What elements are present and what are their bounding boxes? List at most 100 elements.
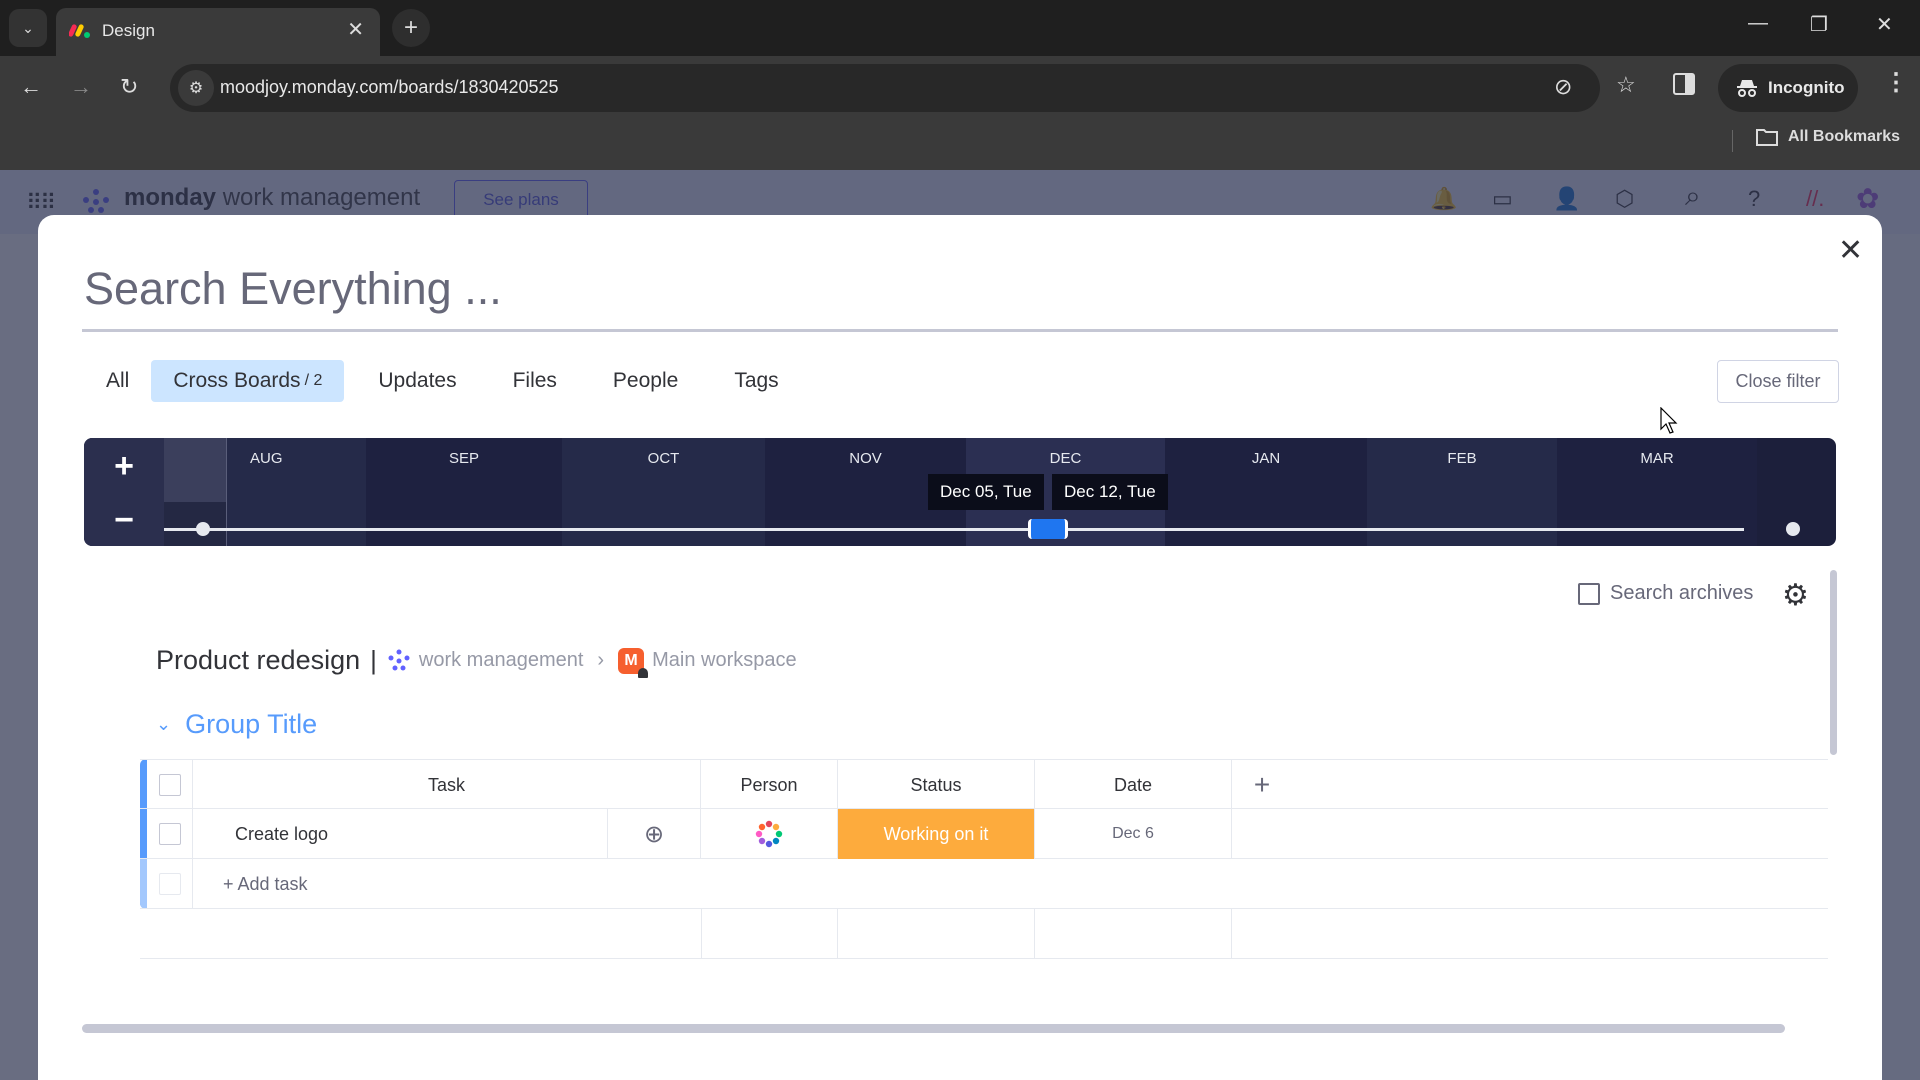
person-cell[interactable] — [701, 809, 838, 859]
timeline-zoom-out-button[interactable]: − — [84, 494, 164, 546]
table-header-row: Task Person Status Date + — [140, 759, 1828, 810]
column-label: Task — [427, 774, 465, 795]
eye-off-icon[interactable]: ⊘ — [1554, 74, 1572, 100]
modal-close-icon[interactable]: ✕ — [1838, 233, 1863, 268]
browser-menu-icon[interactable]: ⋮ — [1884, 68, 1908, 97]
add-column-icon: + — [1253, 769, 1271, 800]
bookmarks-bar: All Bookmarks — [0, 120, 1920, 170]
add-task-input[interactable]: + Add task — [193, 859, 1293, 909]
summary-row — [140, 909, 1828, 959]
reload-icon[interactable]: ↻ — [120, 74, 138, 100]
summary-date — [1035, 909, 1232, 959]
column-label: Status — [910, 774, 962, 795]
browser-toolbar: ← → ↻ ⚙ moodjoy.monday.com/boards/183042… — [0, 56, 1920, 120]
product-label[interactable]: work management — [419, 649, 584, 672]
status-label: Working on it — [883, 823, 989, 844]
forward-icon[interactable]: → — [70, 74, 92, 100]
tab-label: Files — [512, 369, 557, 392]
column-header-status[interactable]: Status — [838, 760, 1035, 810]
timeline-month-label: DEC — [1049, 450, 1082, 467]
chevron-down-icon[interactable]: ⌄ — [156, 714, 171, 735]
all-bookmarks-button[interactable]: All Bookmarks — [1756, 128, 1900, 146]
tab-label: Tags — [734, 369, 779, 392]
timeline-start-knob[interactable] — [196, 522, 210, 536]
tab-search-dropdown[interactable]: ⌄ — [9, 9, 47, 47]
add-row-select-cell — [147, 859, 193, 909]
all-bookmarks-label: All Bookmarks — [1788, 128, 1901, 145]
add-update-icon: ⊕ — [643, 820, 665, 848]
tab-title: Design — [102, 21, 155, 40]
table-row[interactable]: Create logo ⊕ Working on it Dec 6 — [140, 809, 1828, 859]
column-header-task[interactable]: Task — [193, 760, 701, 810]
timeline-gutter — [164, 502, 226, 546]
row-select-cell — [147, 809, 193, 859]
workspace-icon: M — [618, 647, 649, 678]
timeline-selected-range-handle[interactable] — [1028, 519, 1068, 539]
person-avatar-icon — [755, 820, 783, 848]
timeline-month-label: OCT — [647, 450, 680, 467]
tab-all[interactable]: All — [84, 360, 151, 402]
search-archives-checkbox[interactable] — [1578, 582, 1600, 605]
date-cell[interactable]: Dec 6 — [1035, 809, 1232, 859]
tab-label: All — [106, 369, 130, 392]
column-label: Date — [1113, 774, 1153, 795]
timeline-month-label: MAR — [1640, 450, 1674, 467]
tab-cross-boards[interactable]: Cross Boards/ 2 — [151, 360, 345, 402]
address-bar[interactable]: ⚙ moodjoy.monday.com/boards/1830420525 ⊘… — [170, 64, 1636, 112]
tab-label: Cross Boards — [173, 369, 301, 392]
folder-icon — [1756, 129, 1778, 146]
incognito-badge[interactable]: Incognito — [1718, 64, 1858, 112]
new-tab-button[interactable]: + — [392, 9, 430, 47]
search-everything-input[interactable] — [84, 259, 1794, 319]
status-cell[interactable]: Working on it — [838, 809, 1035, 859]
tab-people[interactable]: People — [591, 360, 700, 402]
task-name-cell[interactable]: Create logo — [193, 809, 608, 859]
tab-close-icon[interactable]: ✕ — [347, 17, 364, 42]
minimize-icon[interactable]: — — [1748, 12, 1768, 35]
timeline-end-knob[interactable] — [1786, 522, 1800, 536]
timeline-zoom-controls: + − — [84, 438, 164, 546]
vertical-scrollbar[interactable] — [1830, 570, 1837, 755]
date-timeline-filter: + − AUG SEP OCT NOV DEC JAN FEB MAR Dec 05, Tue… — [84, 438, 1836, 546]
tab-updates[interactable]: Updates — [356, 360, 478, 402]
row-checkbox[interactable] — [158, 823, 181, 845]
workspace-label[interactable]: Main workspace — [652, 649, 797, 672]
add-column-button[interactable]: + — [1232, 760, 1292, 810]
site-info-icon[interactable]: ⚙ — [178, 70, 214, 106]
browser-tab-design[interactable]: Design ✕ — [56, 8, 380, 56]
url-text[interactable]: moodjoy.monday.com/boards/1830420525 — [220, 77, 559, 98]
timeline-gutter — [164, 438, 226, 502]
add-task-label: + Add task — [223, 873, 308, 894]
tab-files[interactable]: Files — [491, 360, 579, 402]
group-title[interactable]: Group Title — [185, 709, 317, 740]
add-row-checkbox — [158, 873, 181, 895]
incognito-icon — [1737, 80, 1757, 97]
summary-person — [701, 909, 838, 959]
timeline-month-label: NOV — [849, 450, 882, 467]
group-header[interactable]: ⌄ Group Title — [156, 709, 317, 740]
horizontal-scrollbar[interactable] — [82, 1024, 1785, 1033]
column-header-date[interactable]: Date — [1035, 760, 1232, 810]
bookmark-star-icon[interactable]: ☆ — [1616, 72, 1636, 98]
window-close-icon[interactable]: ✕ — [1876, 12, 1893, 37]
range-end-tooltip: Dec 12, Tue — [1052, 474, 1168, 510]
column-label: Person — [740, 774, 798, 795]
timeline-zoom-in-button[interactable]: + — [84, 438, 164, 494]
add-update-button[interactable]: ⊕ — [608, 809, 701, 859]
settings-gear-icon[interactable]: ⚙ — [1782, 578, 1809, 613]
tab-label: Updates — [378, 369, 457, 392]
select-all-checkbox[interactable] — [158, 774, 181, 796]
close-filter-button[interactable]: Close filter — [1717, 360, 1839, 403]
column-header-person[interactable]: Person — [701, 760, 838, 810]
search-archives-label: Search archives — [1610, 582, 1754, 604]
search-archives-toggle[interactable]: Search archives — [1578, 582, 1753, 605]
back-icon[interactable]: ← — [20, 74, 42, 100]
monday-favicon-icon — [69, 24, 90, 38]
side-panel-icon[interactable] — [1673, 73, 1695, 95]
board-name-link[interactable]: Product redesign — [156, 645, 360, 676]
timeline-month-label: SEP — [448, 450, 479, 467]
timeline-track[interactable] — [164, 528, 1744, 531]
tab-tags[interactable]: Tags — [712, 360, 800, 402]
restore-icon[interactable]: ❐ — [1810, 12, 1828, 37]
mouse-cursor-icon — [1660, 407, 1678, 434]
